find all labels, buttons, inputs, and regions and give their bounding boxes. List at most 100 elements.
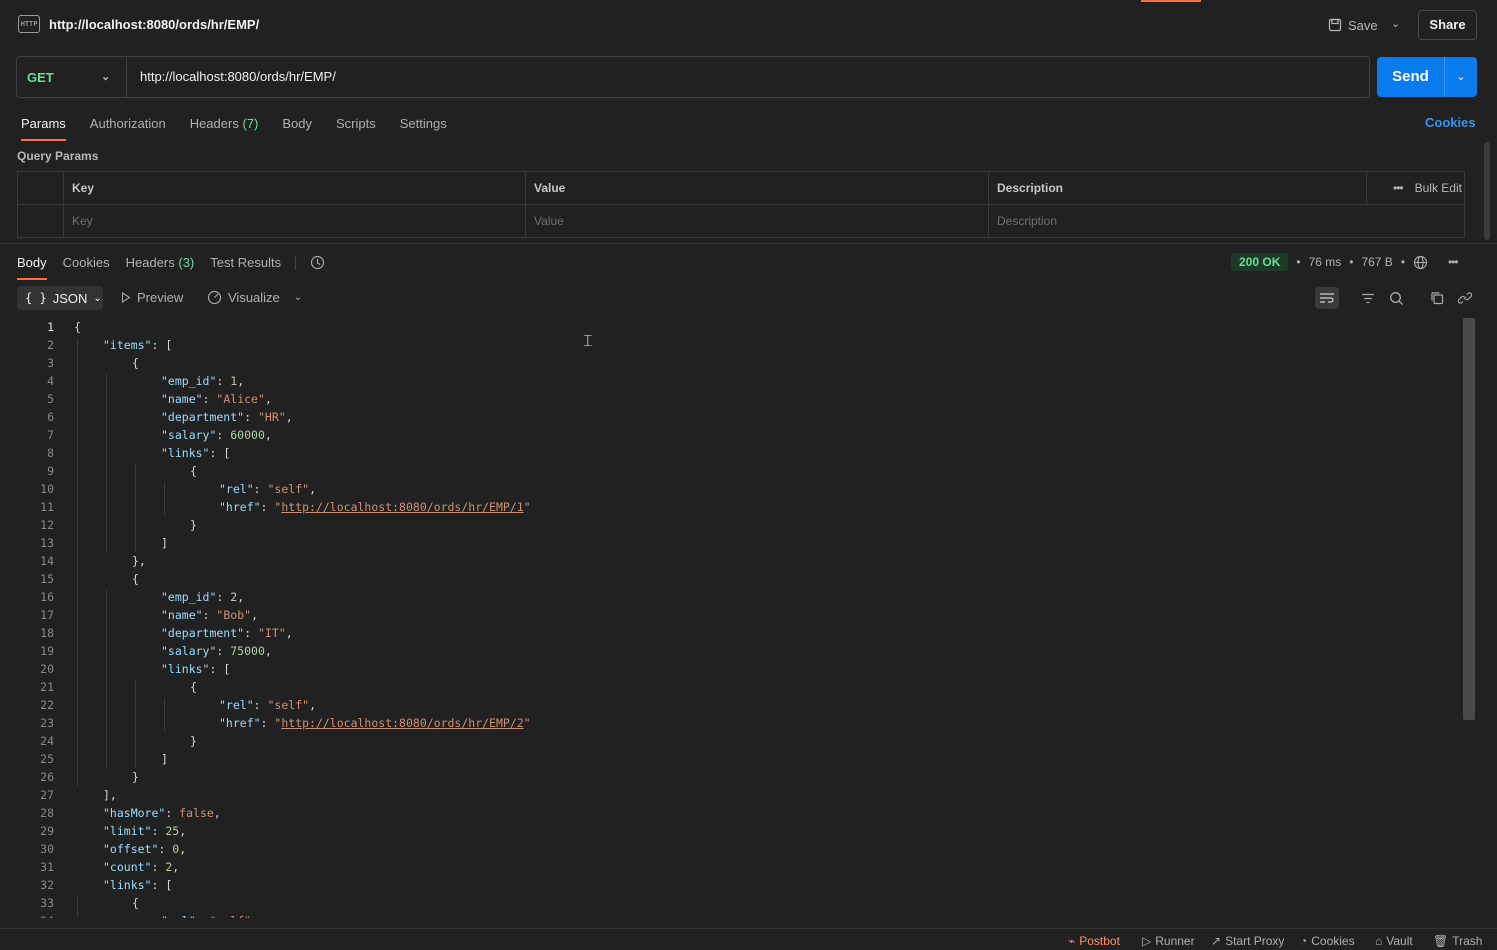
runner-icon: ▷ bbox=[1142, 934, 1152, 948]
start-proxy-button[interactable]: ↗ Start Proxy bbox=[1211, 934, 1284, 948]
history-icon[interactable] bbox=[310, 255, 325, 270]
code-line: "links": [ bbox=[103, 878, 173, 892]
response-size[interactable]: 767 B bbox=[1361, 255, 1392, 269]
status-badge[interactable]: 200 OK bbox=[1231, 253, 1289, 271]
tab-response-headers[interactable]: Headers (3) bbox=[126, 255, 195, 270]
line-number: 6 bbox=[47, 410, 54, 424]
runner-button[interactable]: ▷ Runner bbox=[1142, 934, 1195, 948]
cookies-link[interactable]: Cookies bbox=[1425, 115, 1476, 130]
url-bar: GET ⌄ http://localhost:8080/ords/hr/EMP/ bbox=[16, 56, 1370, 98]
vault-icon: ⌂ bbox=[1375, 934, 1383, 948]
response-tabs: Body Cookies Headers (3) Test Results bbox=[17, 255, 325, 280]
filter-icon[interactable] bbox=[1357, 288, 1379, 308]
send-options-chevron-icon[interactable]: ⌄ bbox=[1445, 57, 1477, 97]
trash-button[interactable]: 🗑 Trash bbox=[1433, 934, 1482, 948]
headers-count: (7) bbox=[242, 116, 259, 131]
copy-icon[interactable] bbox=[1426, 288, 1448, 308]
line-number: 30 bbox=[40, 842, 54, 856]
request-tabs: Params Authorization Headers (7) Body Sc… bbox=[21, 116, 447, 141]
pane-divider[interactable] bbox=[0, 243, 1497, 244]
code-line: ] bbox=[161, 536, 168, 550]
code-line: "links": [ bbox=[161, 662, 231, 676]
share-button[interactable]: Share bbox=[1418, 10, 1477, 40]
description-input[interactable]: Description bbox=[988, 205, 1464, 238]
line-number: 3 bbox=[47, 356, 54, 370]
code-line: }, bbox=[132, 554, 146, 568]
more-options-icon[interactable]: ••• bbox=[1448, 255, 1459, 269]
search-icon[interactable] bbox=[1385, 288, 1407, 308]
column-description: Description bbox=[988, 172, 1366, 204]
link-icon[interactable] bbox=[1454, 288, 1476, 308]
top-bar: HTTP http://localhost:8080/ords/hr/EMP/ … bbox=[0, 0, 1497, 50]
line-number: 17 bbox=[40, 608, 54, 622]
response-scrollbar[interactable] bbox=[1463, 318, 1475, 720]
tab-response-body[interactable]: Body bbox=[17, 255, 47, 280]
response-body-editor[interactable]: 1 {2 "items": [3 {4 "emp_id": 1, 5 "name": "Al… bbox=[0, 318, 1462, 918]
cookies-footer-button[interactable]: ◔ Cookies bbox=[1300, 934, 1355, 948]
key-input[interactable]: Key bbox=[63, 205, 525, 238]
save-icon bbox=[1328, 18, 1342, 32]
tab-test-results[interactable]: Test Results bbox=[210, 255, 281, 270]
line-number: 18 bbox=[40, 626, 54, 640]
save-options-chevron-icon[interactable]: ⌄ bbox=[1391, 17, 1400, 30]
indent-guide bbox=[135, 464, 136, 552]
code-line: "offset": 0, bbox=[103, 842, 187, 856]
line-number: 31 bbox=[40, 860, 54, 874]
tab-params[interactable]: Params bbox=[21, 116, 66, 141]
indent-guide bbox=[106, 590, 107, 768]
vault-button[interactable]: ⌂ Vault bbox=[1375, 934, 1413, 948]
proxy-icon: ↗ bbox=[1211, 934, 1222, 948]
line-number: 11 bbox=[40, 500, 54, 514]
table-header-row: Key Value Description ••• Bulk Edit bbox=[18, 172, 1464, 205]
code-line: } bbox=[190, 518, 197, 532]
wrap-lines-icon[interactable] bbox=[1315, 287, 1339, 309]
save-button[interactable]: Save bbox=[1328, 14, 1378, 36]
line-number: 1 bbox=[47, 320, 54, 334]
tab-headers[interactable]: Headers (7) bbox=[190, 116, 259, 131]
code-line: "href": "http://localhost:8080/ords/hr/E… bbox=[219, 716, 531, 730]
code-line: "rel": "self" bbox=[161, 914, 251, 918]
globe-icon[interactable] bbox=[1413, 255, 1428, 270]
request-scrollbar[interactable] bbox=[1484, 142, 1490, 240]
chevron-down-icon[interactable]: ⌄ bbox=[294, 292, 302, 303]
indent-guide bbox=[77, 338, 78, 786]
cookie-icon: ◔ bbox=[1300, 934, 1308, 948]
status-bar: ⌁ Postbot ▷ Runner ↗ Start Proxy ◔ Cookies ⌂… bbox=[0, 928, 1497, 950]
method-select[interactable]: GET ⌄ bbox=[17, 57, 127, 97]
code-line: { bbox=[190, 680, 197, 694]
code-line: "links": [ bbox=[161, 446, 231, 460]
line-number: 13 bbox=[40, 536, 54, 550]
dot-separator: • bbox=[1400, 255, 1406, 269]
preview-button[interactable]: Preview bbox=[121, 290, 183, 305]
tab-authorization[interactable]: Authorization bbox=[90, 116, 166, 131]
visualize-button[interactable]: Visualize ⌄ bbox=[207, 290, 302, 305]
postbot-button[interactable]: ⌁ Postbot bbox=[1068, 934, 1120, 948]
more-options-icon[interactable]: ••• bbox=[1393, 181, 1404, 195]
tab-body[interactable]: Body bbox=[282, 116, 312, 131]
tab-scripts[interactable]: Scripts bbox=[336, 116, 376, 131]
tab-response-cookies[interactable]: Cookies bbox=[63, 255, 110, 270]
tab-settings[interactable]: Settings bbox=[400, 116, 447, 131]
line-number: 34 bbox=[0, 914, 54, 918]
response-time[interactable]: 76 ms bbox=[1309, 255, 1342, 269]
format-select[interactable]: { } JSON ⌄ bbox=[17, 286, 103, 310]
code-line: "count": 2, bbox=[103, 860, 180, 874]
text-cursor-icon: ⌶ bbox=[583, 331, 593, 350]
code-line: "rel": "self", bbox=[219, 482, 316, 496]
code-line: { bbox=[190, 464, 197, 478]
send-button[interactable]: Send bbox=[1377, 57, 1444, 97]
line-number: 2 bbox=[47, 338, 54, 352]
code-line: "emp_id": 2, bbox=[161, 590, 245, 604]
url-input[interactable]: http://localhost:8080/ords/hr/EMP/ bbox=[127, 57, 1369, 97]
request-title[interactable]: http://localhost:8080/ords/hr/EMP/ bbox=[49, 17, 259, 32]
line-number: 25 bbox=[40, 752, 54, 766]
response-status: 200 OK • 76 ms • 767 B • ••• bbox=[1231, 253, 1459, 271]
value-input[interactable]: Value bbox=[525, 205, 988, 238]
code-line: "emp_id": 1, bbox=[161, 374, 245, 388]
visualize-icon bbox=[207, 290, 222, 305]
indent-guide bbox=[164, 482, 165, 516]
code-line: "hasMore": false, bbox=[103, 806, 221, 820]
bulk-edit-button[interactable]: ••• Bulk Edit bbox=[1393, 172, 1462, 205]
code-line: { bbox=[132, 572, 139, 586]
line-number: 5 bbox=[47, 392, 54, 406]
